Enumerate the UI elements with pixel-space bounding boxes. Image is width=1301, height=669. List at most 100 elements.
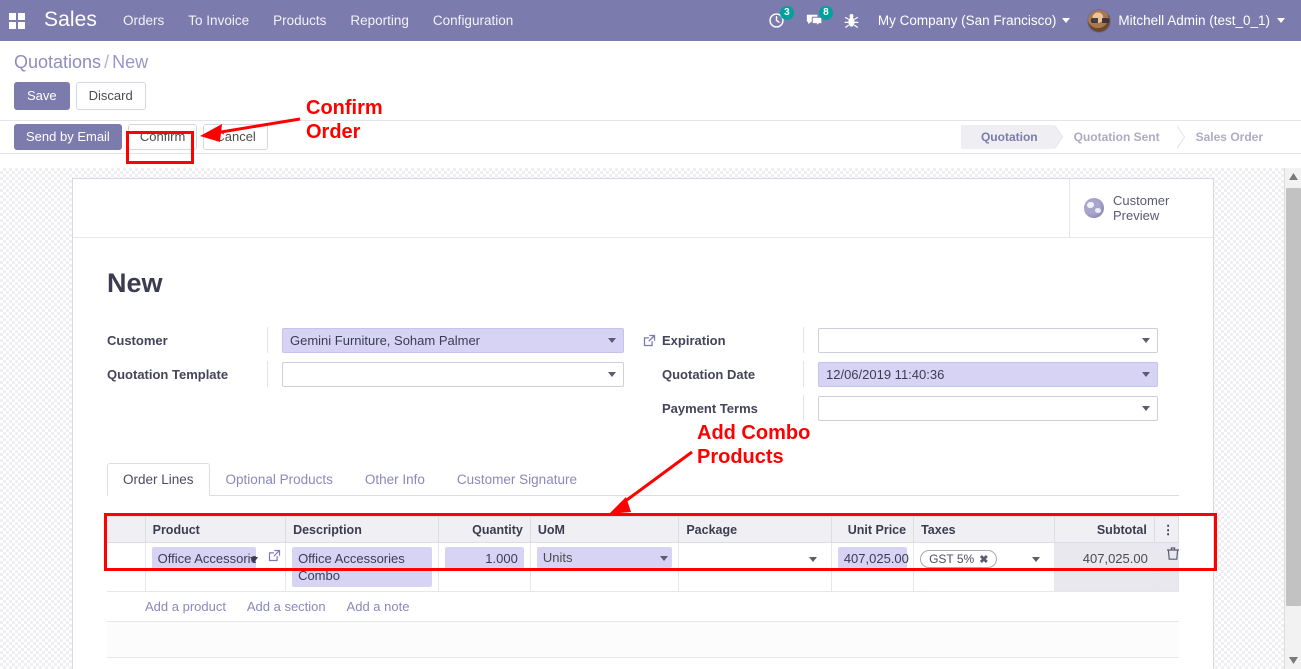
cell-delete[interactable] bbox=[1154, 542, 1180, 592]
add-a-section-link[interactable]: Add a section bbox=[247, 599, 326, 614]
field-customer: Customer bbox=[107, 327, 643, 353]
add-a-note-link[interactable]: Add a note bbox=[347, 599, 410, 614]
menu-item-configuration[interactable]: Configuration bbox=[421, 6, 525, 35]
save-button[interactable]: Save bbox=[14, 82, 70, 110]
quotation-date-input[interactable] bbox=[818, 361, 1158, 387]
tax-remove-icon[interactable]: ✖ bbox=[979, 553, 988, 566]
scroll-down-arrow-icon[interactable] bbox=[1285, 652, 1301, 669]
discard-button[interactable]: Discard bbox=[75, 82, 146, 110]
breadcrumb-separator: / bbox=[104, 52, 110, 72]
navbar-right: 3 8 My Company (San Francisco) Mitchell … bbox=[758, 6, 1291, 36]
tab-optional-products[interactable]: Optional Products bbox=[210, 463, 349, 496]
breadcrumb-quotations[interactable]: Quotations bbox=[14, 52, 101, 72]
col-subtotal[interactable]: Subtotal bbox=[1054, 516, 1155, 543]
cell-description[interactable]: Office Accessories Combo bbox=[285, 542, 439, 592]
chevron-down-icon[interactable] bbox=[1142, 406, 1150, 411]
table-row[interactable]: Office Accessories Office Accessories Co… bbox=[107, 542, 1180, 592]
chevron-down-icon[interactable] bbox=[1031, 557, 1040, 562]
col-description[interactable]: Description bbox=[285, 516, 439, 543]
cancel-button[interactable]: Cancel bbox=[203, 124, 268, 150]
product-input[interactable]: Office Accessories bbox=[151, 547, 256, 570]
notebook-tabs: Order Lines Optional Products Other Info… bbox=[107, 463, 1179, 496]
activity-clock-icon[interactable]: 3 bbox=[758, 6, 795, 33]
scrollbar-thumb[interactable] bbox=[1286, 188, 1301, 606]
menu-item-products[interactable]: Products bbox=[261, 6, 338, 35]
col-handle bbox=[107, 516, 146, 543]
unit-price-input[interactable]: 407,025.00 bbox=[837, 547, 909, 570]
package-select[interactable] bbox=[685, 547, 824, 570]
tab-order-lines[interactable]: Order Lines bbox=[107, 463, 210, 496]
col-product[interactable]: Product bbox=[145, 516, 287, 543]
messages-chat-icon[interactable]: 8 bbox=[795, 6, 834, 33]
cell-subtotal: 407,025.00 bbox=[1054, 542, 1155, 592]
confirm-button[interactable]: Confirm bbox=[127, 124, 198, 150]
options-dots-icon[interactable]: ⋮ bbox=[1162, 523, 1175, 537]
expiration-input[interactable] bbox=[818, 327, 1158, 353]
customer-input[interactable] bbox=[282, 327, 624, 353]
status-step-quotation-sent[interactable]: Quotation Sent bbox=[1053, 125, 1185, 149]
chevron-down-icon[interactable] bbox=[1142, 338, 1150, 343]
tab-other-info[interactable]: Other Info bbox=[349, 463, 441, 496]
main-menu: Orders To Invoice Products Reporting Con… bbox=[111, 6, 525, 35]
cell-handle[interactable] bbox=[107, 542, 146, 592]
cell-product[interactable]: Office Accessories bbox=[145, 542, 287, 592]
field-quotation-template-label: Quotation Template bbox=[107, 366, 229, 382]
menu-item-reporting[interactable]: Reporting bbox=[338, 6, 421, 35]
col-quantity[interactable]: Quantity bbox=[438, 516, 531, 543]
company-name: My Company (San Francisco) bbox=[877, 13, 1057, 28]
breadcrumb-current: New bbox=[112, 52, 149, 72]
menu-item-to-invoice[interactable]: To Invoice bbox=[176, 6, 261, 35]
user-menu[interactable]: Mitchell Admin (test_0_1) bbox=[1079, 6, 1291, 36]
col-unit-price[interactable]: Unit Price bbox=[831, 516, 915, 543]
trash-icon[interactable] bbox=[1166, 547, 1179, 563]
tab-customer-signature[interactable]: Customer Signature bbox=[441, 463, 593, 496]
page-title: New bbox=[107, 268, 163, 298]
cell-uom[interactable]: Units bbox=[530, 542, 680, 592]
company-switcher[interactable]: My Company (San Francisco) bbox=[869, 6, 1080, 35]
field-expiration-label-wrap: Expiration bbox=[643, 333, 803, 348]
field-quotation-template: Quotation Template bbox=[107, 361, 643, 387]
chevron-down-icon[interactable] bbox=[660, 555, 669, 561]
product-external-link-icon[interactable] bbox=[268, 549, 281, 565]
bug-icon[interactable] bbox=[834, 8, 869, 33]
scroll-up-arrow-icon[interactable] bbox=[1285, 168, 1301, 185]
add-line-links: Add a product Add a section Add a note bbox=[107, 592, 1179, 621]
uom-select[interactable]: Units bbox=[536, 547, 673, 568]
chevron-down-icon[interactable] bbox=[1142, 372, 1150, 377]
col-package[interactable]: Package bbox=[678, 516, 832, 543]
app-brand-sales[interactable]: Sales bbox=[36, 8, 111, 34]
form-column-left: Customer Quotation Template bbox=[107, 327, 643, 429]
cell-package[interactable] bbox=[678, 542, 832, 592]
vertical-scrollbar[interactable] bbox=[1284, 168, 1301, 669]
status-step-sales-order[interactable]: Sales Order bbox=[1175, 125, 1279, 149]
payment-terms-input[interactable] bbox=[818, 395, 1158, 421]
field-divider bbox=[803, 395, 804, 421]
cell-taxes[interactable]: GST 5% ✖ bbox=[913, 542, 1055, 592]
send-by-email-button[interactable]: Send by Email bbox=[14, 124, 122, 150]
cell-quantity[interactable]: 1.000 bbox=[438, 542, 531, 592]
customer-preview-button[interactable]: Customer Preview bbox=[1069, 179, 1213, 237]
empty-row[interactable] bbox=[107, 622, 1179, 658]
menu-item-orders[interactable]: Orders bbox=[111, 6, 176, 35]
status-step-quotation[interactable]: Quotation bbox=[960, 125, 1063, 149]
description-input[interactable]: Office Accessories Combo bbox=[292, 547, 432, 587]
chevron-down-icon[interactable] bbox=[608, 372, 616, 377]
user-name: Mitchell Admin (test_0_1) bbox=[1118, 13, 1270, 28]
chevron-down-icon[interactable] bbox=[608, 338, 616, 343]
cell-unit-price[interactable]: 407,025.00 bbox=[831, 542, 915, 592]
field-divider bbox=[803, 361, 804, 387]
quantity-input[interactable]: 1.000 bbox=[444, 547, 524, 570]
add-a-product-link[interactable]: Add a product bbox=[145, 599, 226, 614]
tax-tag[interactable]: GST 5% ✖ bbox=[920, 550, 998, 568]
customer-preview-label: Customer Preview bbox=[1113, 193, 1169, 223]
form-fields: Customer Quotation Template bbox=[107, 327, 1179, 429]
empty-rows bbox=[107, 621, 1179, 658]
chevron-down-icon[interactable] bbox=[808, 556, 817, 562]
col-taxes[interactable]: Taxes bbox=[913, 516, 1055, 543]
external-link-icon[interactable] bbox=[643, 334, 656, 347]
apps-grid-icon[interactable] bbox=[4, 8, 30, 34]
col-uom[interactable]: UoM bbox=[530, 516, 680, 543]
quotation-template-input[interactable] bbox=[282, 361, 624, 387]
col-options[interactable]: ⋮ bbox=[1154, 516, 1180, 543]
product-dropdown-caret[interactable] bbox=[249, 551, 258, 566]
